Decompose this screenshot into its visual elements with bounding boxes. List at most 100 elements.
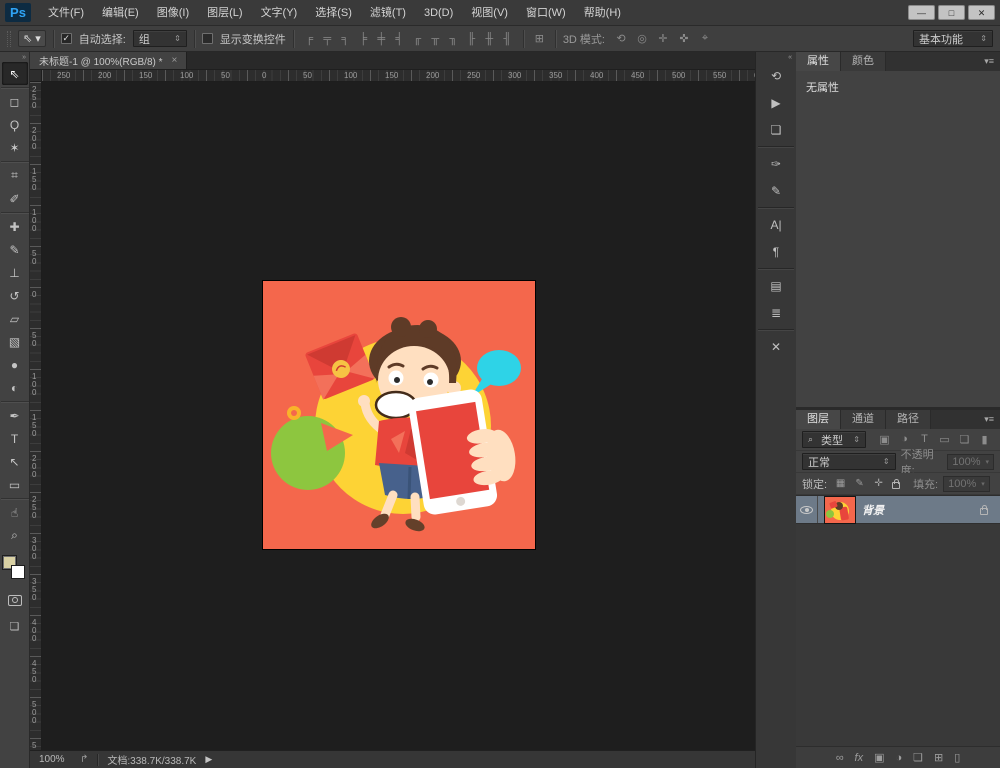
brush-tool[interactable]: ✎ [2, 238, 28, 261]
blend-mode-dropdown[interactable]: 正常 ⇕ [802, 453, 896, 470]
show-transform-checkbox[interactable] [201, 33, 213, 44]
align-left-edges-icon[interactable]: ╞ [355, 33, 372, 45]
menu-item[interactable]: 文字(Y) [252, 0, 307, 26]
new-layer-icon[interactable]: ⊞ [934, 751, 943, 764]
menu-item[interactable]: 选择(S) [306, 0, 361, 26]
align-vertical-centers-icon[interactable]: ╤ [319, 33, 336, 45]
menu-item[interactable]: 图像(I) [148, 0, 198, 26]
adjustment-layer-icon[interactable]: ◑ [896, 752, 903, 764]
status-menu-icon[interactable]: ↱ [80, 754, 88, 765]
align-horizontal-centers-icon[interactable]: ╪ [373, 33, 390, 45]
3d-slide-icon[interactable]: ✜ [675, 32, 693, 45]
panel-menu-icon[interactable]: ▾≡ [978, 52, 1000, 71]
3d-rotate-icon[interactable]: ⟲ [612, 32, 630, 45]
clone-stamp-tool[interactable]: ⊥ [2, 261, 28, 284]
menu-item[interactable]: 文件(F) [39, 0, 93, 26]
pen-tool[interactable]: ✒ [0, 401, 29, 427]
align-bottom-edges-icon[interactable]: ╕ [337, 33, 354, 45]
type-tool[interactable]: T [2, 427, 28, 450]
notes-panel-icon[interactable]: ≣ [762, 299, 790, 326]
auto-select-dropdown[interactable]: 组 ⇕ [132, 30, 187, 47]
layer-comps-panel-icon[interactable]: ▤ [758, 268, 794, 299]
workspace-switcher[interactable]: 基本功能 ⇕ [913, 30, 993, 47]
menu-item[interactable]: 视图(V) [462, 0, 517, 26]
eraser-tool[interactable]: ▱ [2, 307, 28, 330]
auto-align-layers-icon[interactable]: ⊞ [531, 32, 548, 45]
background-color-swatch[interactable] [10, 565, 25, 579]
filter-toggle-icon[interactable]: ▮ [975, 433, 994, 446]
distribute-left-edges-icon[interactable]: ╟ [463, 33, 480, 45]
history-brush-tool[interactable]: ↺ [2, 284, 28, 307]
blur-tool[interactable]: ● [2, 353, 28, 376]
3d-roll-icon[interactable]: ◎ [633, 32, 651, 45]
tab-color[interactable]: 颜色 [841, 52, 886, 71]
filter-adjustment-layers-icon[interactable]: ◑ [895, 433, 914, 446]
distribute-top-edges-icon[interactable]: ╓ [409, 33, 426, 45]
document-tab[interactable]: 未标题-1 @ 100%(RGB/8) * × [30, 52, 188, 69]
status-arrow-icon[interactable]: ▶ [205, 754, 212, 765]
lock-paint-icon[interactable]: ✎ [851, 478, 868, 489]
move-tool[interactable]: ⇖ [1, 62, 28, 85]
menu-item[interactable]: 编辑(E) [93, 0, 148, 26]
canvas-viewport[interactable] [42, 82, 755, 750]
layer-thumbnail[interactable] [824, 496, 856, 524]
3d-scale-icon[interactable]: ⌖ [696, 32, 714, 45]
brush-panel-icon[interactable]: ✑ [758, 146, 794, 177]
opacity-field[interactable]: 100% ▾ [947, 453, 994, 470]
layer-filter-dropdown[interactable]: ⌕ 类型 ⇕ [802, 431, 866, 448]
align-right-edges-icon[interactable]: ╡ [391, 33, 408, 45]
distribute-bottom-edges-icon[interactable]: ╖ [445, 33, 462, 45]
path-selection-tool[interactable]: ↖ [2, 450, 28, 473]
layer-mask-icon[interactable]: ▣ [874, 751, 884, 764]
paragraph-panel-icon[interactable]: ¶ [762, 238, 790, 265]
close-tab-icon[interactable]: × [172, 55, 178, 66]
lasso-tool[interactable]: Ϙ [2, 113, 28, 136]
quick-mask-button[interactable] [2, 589, 28, 611]
expand-panels-icon[interactable]: « [756, 53, 796, 62]
gradient-tool[interactable]: ▧ [2, 330, 28, 353]
filter-smart-objects-icon[interactable]: ❏ [955, 433, 974, 446]
spot-healing-brush-tool[interactable]: ✚ [0, 212, 29, 238]
menu-item[interactable]: 图层(L) [198, 0, 251, 26]
brush-presets-panel-icon[interactable]: ✎ [762, 177, 790, 204]
distribute-right-edges-icon[interactable]: ╢ [499, 33, 516, 45]
visibility-toggle[interactable] [796, 496, 818, 523]
align-top-edges-icon[interactable]: ╒ [301, 33, 318, 45]
tool-preset-picker[interactable]: ⇖ ▾ [18, 30, 46, 47]
tab-channels[interactable]: 通道 [841, 410, 886, 429]
menu-item[interactable]: 窗口(W) [517, 0, 575, 26]
horizontal-ruler[interactable]: 250 200 150 100 50 0 50 100 150 200 250 300 350 400 45… [42, 70, 755, 82]
rectangle-tool[interactable]: ▭ [2, 473, 28, 496]
rectangular-marquee-tool[interactable]: ◻ [0, 87, 29, 113]
screen-mode-button[interactable]: ❏ [2, 615, 28, 637]
filter-shape-layers-icon[interactable]: ▭ [935, 433, 954, 446]
lock-transparency-icon[interactable]: ▦ [832, 478, 849, 489]
minimize-button[interactable]: — [908, 5, 935, 20]
menu-item[interactable]: 滤镜(T) [361, 0, 415, 26]
filter-type-layers-icon[interactable]: T [915, 433, 934, 446]
delete-layer-icon[interactable]: ▯ [954, 751, 960, 764]
vertical-ruler[interactable]: 250 200 150 100 50 0 50 100 150 200 250 300 350 400 45… [30, 82, 42, 750]
canvas-artwork[interactable] [263, 281, 535, 549]
dodge-tool[interactable]: ◐ [2, 376, 28, 399]
actions-panel-icon[interactable]: ▶ [762, 89, 790, 116]
3d-drag-icon[interactable]: ✛ [654, 32, 672, 45]
panel-menu-icon[interactable]: ▾≡ [978, 410, 1000, 429]
filter-pixel-layers-icon[interactable]: ▣ [875, 433, 894, 446]
layer-group-icon[interactable]: ❏ [913, 751, 923, 764]
character-panel-icon[interactable]: A| [758, 207, 794, 238]
layer-style-icon[interactable]: fx [855, 752, 864, 764]
tab-layers[interactable]: 图层 [796, 410, 841, 429]
menu-item[interactable]: 3D(D) [415, 0, 462, 26]
distribute-vertical-centers-icon[interactable]: ╥ [427, 33, 444, 45]
collapse-tools-icon[interactable]: » [0, 53, 29, 62]
close-button[interactable]: ✕ [968, 5, 995, 20]
distribute-horizontal-centers-icon[interactable]: ╫ [481, 33, 498, 45]
lock-position-icon[interactable]: ✛ [870, 478, 887, 489]
tab-properties[interactable]: 属性 [796, 52, 841, 71]
restore-button[interactable]: □ [938, 5, 965, 20]
hand-tool[interactable]: ☝ [0, 498, 29, 524]
zoom-level-field[interactable]: 100% [39, 754, 71, 765]
auto-select-checkbox[interactable]: ✓ [60, 33, 72, 44]
zoom-tool[interactable]: ⌕ [2, 524, 28, 547]
